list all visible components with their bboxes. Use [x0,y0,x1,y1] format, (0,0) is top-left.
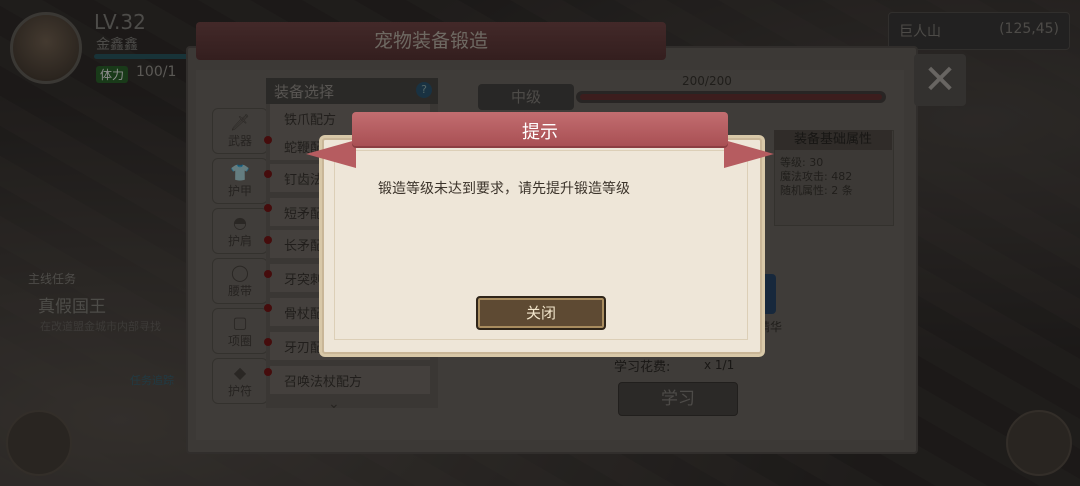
ribbon-tail-left [306,140,356,168]
dialog-title: 提示 [522,122,558,143]
dialog-message: 锻造等级未达到要求，请先提升锻造等级 [378,181,630,197]
dialog-close-button[interactable]: 关闭 [476,296,606,330]
ribbon-tail-right [724,140,774,168]
